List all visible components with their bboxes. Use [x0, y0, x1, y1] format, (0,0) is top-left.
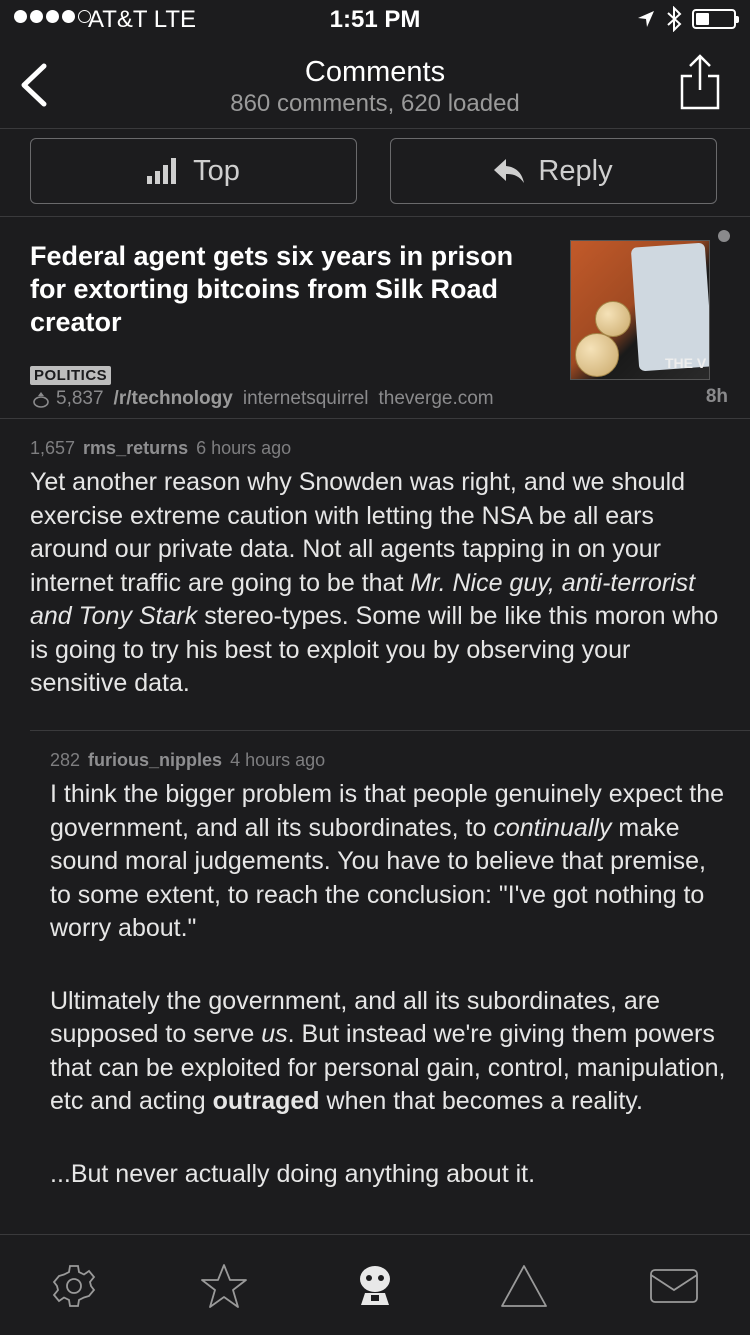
share-button[interactable]	[678, 54, 722, 110]
comment-text-italic: continually	[493, 813, 612, 842]
thumbnail-watermark: THE V	[665, 355, 707, 371]
sort-button[interactable]: Top	[30, 138, 357, 204]
post-meta: 5,837 /r/technology internetsquirrel the…	[30, 388, 494, 410]
inbox-mail-icon	[650, 1269, 698, 1303]
navigation-bar: Comments 860 comments, 620 loaded	[0, 40, 750, 129]
post-age: 8h	[705, 386, 728, 407]
bluetooth-icon	[667, 6, 682, 32]
comment-score: 282	[50, 750, 81, 770]
divider	[30, 730, 750, 731]
unread-indicator	[718, 230, 730, 242]
post-thumbnail[interactable]: THE V	[570, 240, 710, 380]
comment-text: ...But never actually doing anything abo…	[50, 1159, 536, 1188]
comment-time: 4 hours ago	[230, 750, 326, 770]
post-title[interactable]: Federal agent gets six years in prison f…	[30, 240, 555, 339]
comment-author[interactable]: furious_nipples	[88, 750, 222, 770]
comment-text: when that becomes a reality.	[319, 1087, 643, 1115]
post-score: 5,837	[56, 388, 104, 409]
comment-author[interactable]: rms_returns	[83, 438, 188, 458]
post-domain[interactable]: theverge.com	[379, 388, 494, 410]
warning-triangle-icon	[501, 1265, 547, 1307]
subreddit-link[interactable]: /r/technology	[114, 388, 233, 410]
account-tab[interactable]	[350, 1261, 400, 1311]
page-title: Comments	[304, 56, 446, 88]
comment-meta: 1,657 rms_returns 6 hours ago	[30, 438, 720, 464]
upvote-icon	[33, 392, 49, 408]
comment-time: 6 hours ago	[196, 438, 292, 458]
settings-gear-icon	[52, 1265, 96, 1307]
comment-score: 1,657	[30, 438, 76, 458]
comment-actions: Top Reply	[0, 128, 750, 217]
location-arrow-icon	[638, 11, 654, 27]
status-bar: AT&T LTE 1:51 PM	[0, 0, 750, 40]
comment-body: Yet another reason why Snowden was right…	[30, 466, 720, 701]
comment-body: I think the bigger problem is that peopl…	[50, 778, 730, 1191]
settings-tab[interactable]	[49, 1261, 99, 1311]
bar-chart-icon	[147, 158, 177, 184]
reddit-alien-icon	[360, 1266, 390, 1305]
comment-meta: 282 furious_nipples 4 hours ago	[50, 750, 730, 776]
post-author[interactable]: internetsquirrel	[243, 388, 369, 410]
tab-bar	[0, 1234, 750, 1335]
comment-text-bold: outraged	[212, 1087, 320, 1115]
inbox-tab[interactable]	[649, 1261, 699, 1311]
favorites-star-icon	[201, 1264, 247, 1308]
comment-reply[interactable]: 282 furious_nipples 4 hours ago I think th…	[50, 750, 730, 1191]
alerts-tab[interactable]	[499, 1261, 549, 1311]
post-flair: POLITICS	[30, 366, 112, 385]
comment-text-italic: us	[261, 1020, 288, 1048]
reply-label: Reply	[538, 154, 613, 187]
reply-arrow-icon	[494, 159, 525, 183]
post-header[interactable]: Federal agent gets six years in prison f…	[0, 216, 750, 419]
sort-label: Top	[193, 154, 240, 187]
comment-count: 860 comments, 620 loaded	[230, 90, 520, 117]
comment[interactable]: 1,657 rms_returns 6 hours ago Yet another …	[30, 438, 720, 701]
favorites-tab[interactable]	[199, 1261, 249, 1311]
battery-icon	[692, 9, 739, 29]
reply-button[interactable]: Reply	[390, 138, 717, 204]
